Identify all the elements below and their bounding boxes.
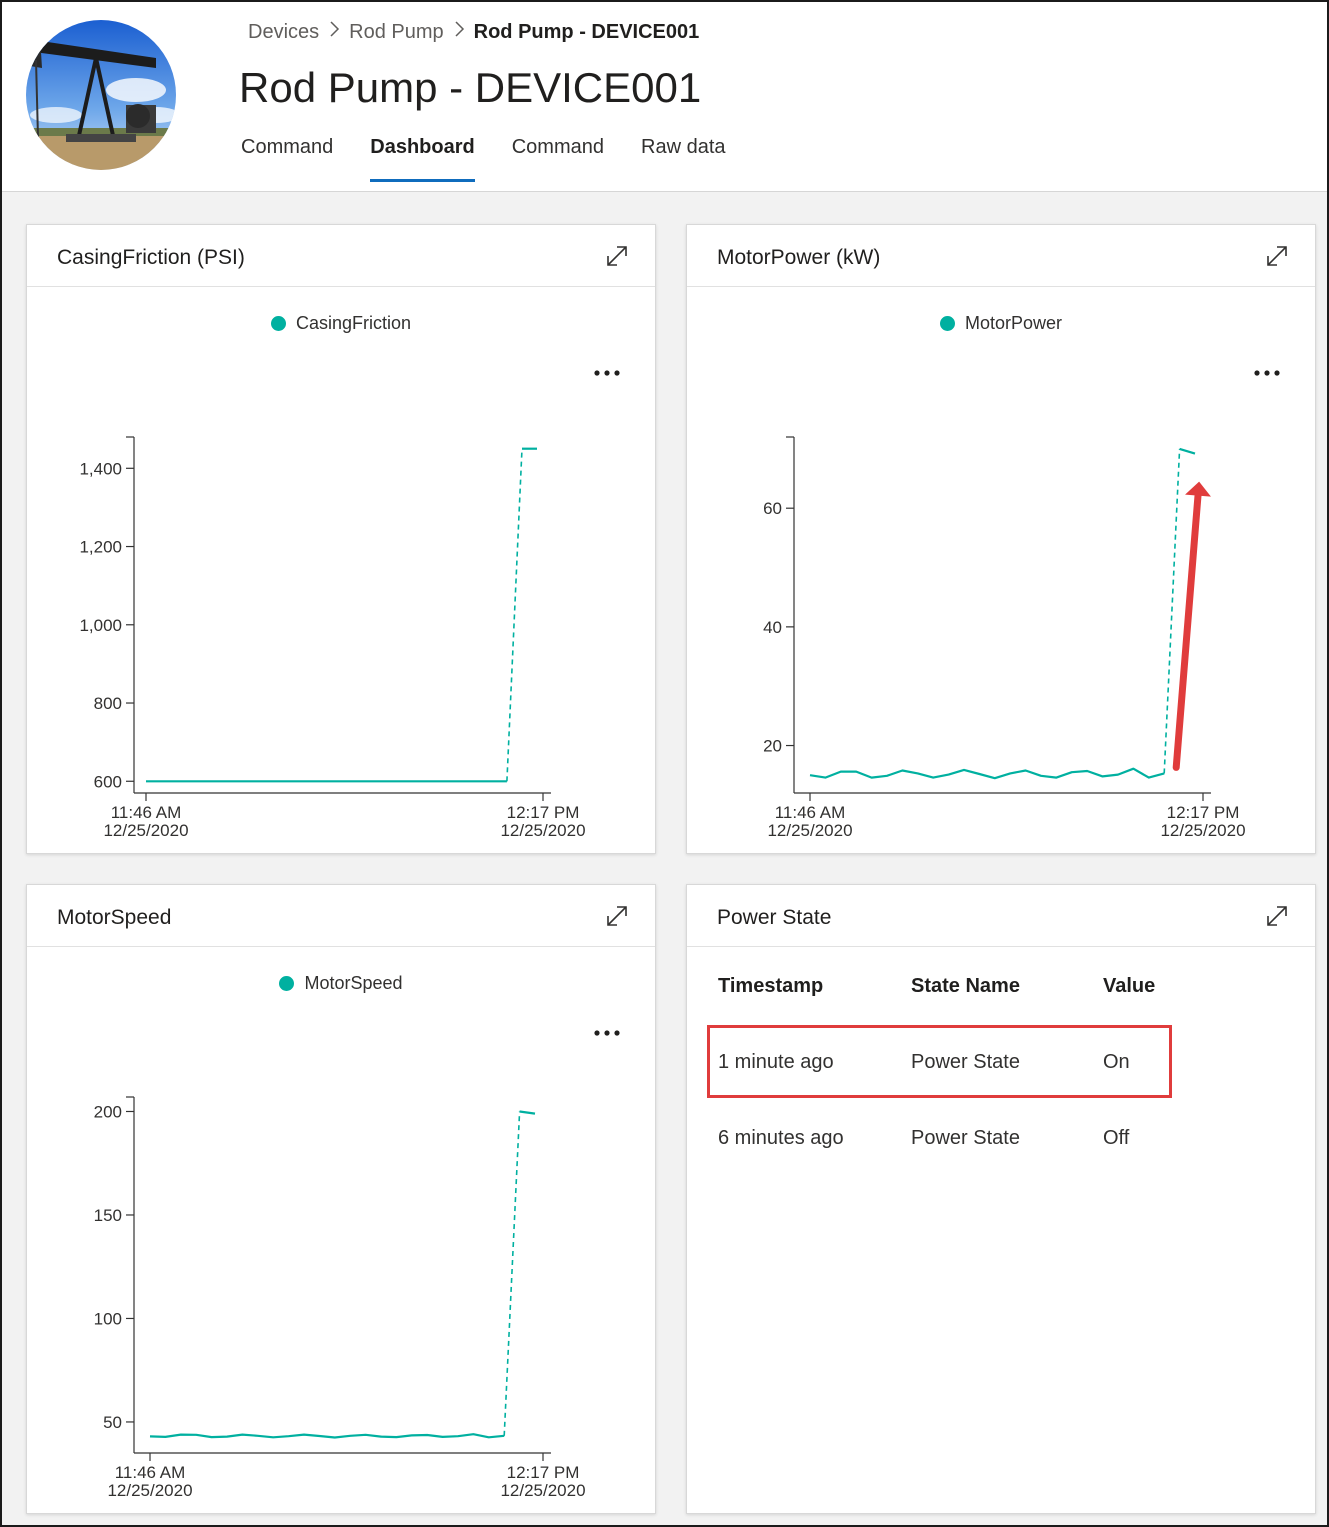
x-tick-label-date: 12/25/2020 bbox=[500, 821, 585, 840]
series-line-latest bbox=[1179, 447, 1196, 455]
breadcrumb-current: Rod Pump - DEVICE001 bbox=[473, 20, 700, 43]
x-tick-label-time: 11:46 AM bbox=[111, 803, 182, 822]
card-title: Power State bbox=[717, 906, 832, 929]
breadcrumb: Devices Rod Pump Rod Pump - DEVICE001 bbox=[248, 20, 699, 44]
tab-raw-data[interactable]: Raw data bbox=[641, 136, 726, 182]
series-line-latest bbox=[519, 1110, 536, 1115]
series-line-solid bbox=[809, 767, 1165, 780]
x-tick-label-date: 12/25/2020 bbox=[767, 821, 852, 840]
row-timestamp: 6 minutes ago bbox=[718, 1127, 844, 1149]
y-tick-label: 50 bbox=[103, 1413, 122, 1432]
casing-friction-card: CasingFriction (PSI) CasingFriction 600 8… bbox=[26, 224, 656, 854]
series-line-dashed bbox=[506, 448, 523, 782]
y-tick-label: 20 bbox=[763, 737, 782, 756]
series-line-solid bbox=[149, 1433, 505, 1439]
y-tick-label: 1,000 bbox=[79, 616, 122, 635]
tab-command[interactable]: Command bbox=[241, 136, 333, 182]
x-tick-label-date: 12/25/2020 bbox=[1160, 821, 1245, 840]
column-header-state-name: State Name bbox=[911, 975, 1020, 997]
casing-friction-chart: 6008001,0001,2001,40011:46 AM12/25/20201… bbox=[79, 436, 586, 840]
power-state-card: Power State Timestamp State Name Value 1… bbox=[686, 884, 1316, 1514]
tab-dashboard[interactable]: Dashboard bbox=[370, 136, 475, 182]
y-tick-label: 40 bbox=[763, 618, 782, 637]
y-tick-label: 60 bbox=[763, 499, 782, 518]
x-tick-label-time: 11:46 AM bbox=[115, 1463, 186, 1482]
row-timestamp: 1 minute ago bbox=[718, 1051, 834, 1073]
expand-icon[interactable] bbox=[1265, 904, 1289, 928]
motor-power-chart: 20406011:46 AM12/25/202012:17 PM12/25/20… bbox=[763, 436, 1246, 840]
annotation-arrow-head bbox=[1185, 481, 1211, 497]
breadcrumb-rod-pump[interactable]: Rod Pump bbox=[349, 21, 444, 44]
series-line-dashed bbox=[503, 1111, 521, 1436]
annotation-arrow-shaft bbox=[1172, 492, 1202, 771]
row-value: Off bbox=[1103, 1127, 1130, 1149]
page-header: Devices Rod Pump Rod Pump - DEVICE001 Ro… bbox=[2, 2, 1327, 192]
breadcrumb-devices[interactable]: Devices bbox=[248, 21, 319, 44]
x-tick-label-date: 12/25/2020 bbox=[500, 1481, 585, 1500]
x-tick-label-time: 11:46 AM bbox=[775, 803, 846, 822]
row-value: On bbox=[1103, 1051, 1130, 1073]
y-tick-label: 600 bbox=[94, 772, 122, 791]
x-tick-label-time: 12:17 PM bbox=[1167, 803, 1240, 822]
tab-bar: Command Dashboard Command Raw data bbox=[241, 136, 763, 182]
chevron-right-icon bbox=[444, 20, 474, 44]
motor-speed-card: MotorSpeed MotorSpeed 50 100 150 200 11:46 A… bbox=[26, 884, 656, 1514]
page-title: Rod Pump - DEVICE001 bbox=[239, 64, 702, 111]
y-tick-label: 200 bbox=[94, 1102, 122, 1121]
x-tick-label-time: 12:17 PM bbox=[507, 803, 580, 822]
motor-power-card: MotorPower (kW) MotorPower 20 40 60 11:46 A… bbox=[686, 224, 1316, 854]
x-tick-label-time: 12:17 PM bbox=[507, 1463, 580, 1482]
y-tick-label: 800 bbox=[94, 694, 122, 713]
app-frame: Devices Rod Pump Rod Pump - DEVICE001 Ro… bbox=[0, 0, 1329, 1527]
y-tick-label: 1,400 bbox=[79, 459, 122, 478]
x-tick-label-date: 12/25/2020 bbox=[103, 821, 188, 840]
motor-speed-chart: 5010015020011:46 AM12/25/202012:17 PM12/… bbox=[94, 1096, 586, 1500]
row-state-name: Power State bbox=[911, 1051, 1020, 1073]
tab-command-2[interactable]: Command bbox=[512, 136, 604, 182]
y-tick-label: 1,200 bbox=[79, 538, 122, 557]
y-tick-label: 150 bbox=[94, 1206, 122, 1225]
chevron-right-icon bbox=[319, 20, 349, 44]
x-tick-label-date: 12/25/2020 bbox=[107, 1481, 192, 1500]
oil-pumpjack-image bbox=[26, 20, 176, 170]
card-header: Power State bbox=[687, 885, 1315, 947]
y-tick-label: 100 bbox=[94, 1309, 122, 1328]
row-state-name: Power State bbox=[911, 1127, 1020, 1149]
device-avatar bbox=[26, 20, 176, 170]
column-header-timestamp: Timestamp bbox=[718, 975, 824, 997]
column-header-value: Value bbox=[1103, 975, 1156, 997]
